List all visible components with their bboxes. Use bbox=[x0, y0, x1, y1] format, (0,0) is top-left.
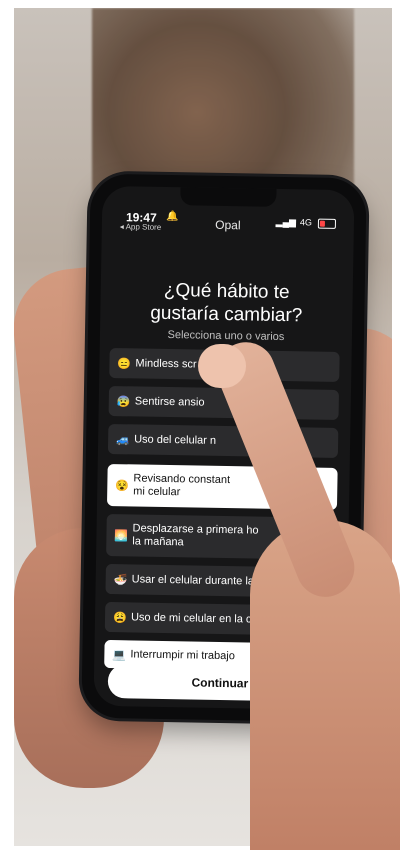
emoji-icon: 😩 bbox=[112, 611, 127, 624]
signal-icon: ▂▄▆ bbox=[275, 216, 297, 228]
option-label: Sentirse ansio bbox=[134, 395, 205, 409]
emoji-icon: 🍜 bbox=[113, 573, 128, 586]
option-label: Uso de mi celular en la cam bbox=[130, 611, 267, 626]
option-label-line2: la mañana bbox=[132, 535, 184, 549]
network-type: 4G bbox=[299, 217, 313, 228]
option-label-block: Revisando constant mi celular bbox=[133, 472, 230, 500]
fingertip bbox=[198, 344, 246, 388]
emoji-icon: 😑 bbox=[117, 357, 132, 370]
emoji-icon: 🚙 bbox=[116, 433, 130, 446]
emoji-icon: 😰 bbox=[116, 395, 131, 408]
page-subtitle: Selecciona uno o varios bbox=[167, 328, 285, 344]
emoji-icon: 😵 bbox=[115, 479, 130, 492]
page-title: ¿Qué hábito te gustaría cambiar? bbox=[100, 278, 353, 328]
bell-icon: 🔔 bbox=[165, 210, 179, 223]
back-to-app-store-link[interactable]: ◂ App Store bbox=[120, 222, 162, 232]
option-label-line2: mi celular bbox=[133, 485, 181, 499]
option-label: Interrumpir mi trabajo bbox=[130, 648, 236, 663]
app-name: Opal bbox=[215, 217, 241, 233]
notch bbox=[180, 187, 277, 207]
option-label: Mindless scr bbox=[135, 357, 197, 371]
option-label-block: Desplazarse a primera ho la mañana bbox=[132, 522, 258, 550]
emoji-icon: 💻 bbox=[112, 648, 127, 661]
battery-icon bbox=[317, 218, 337, 229]
emoji-icon: 🌅 bbox=[114, 529, 129, 542]
option-label: Uso del celular n bbox=[134, 433, 217, 447]
title-line-2: gustaría cambiar? bbox=[150, 302, 303, 327]
status-bar: 19:47 🔔 ◂ App Store Opal ▂▄▆ 4G bbox=[116, 210, 340, 236]
